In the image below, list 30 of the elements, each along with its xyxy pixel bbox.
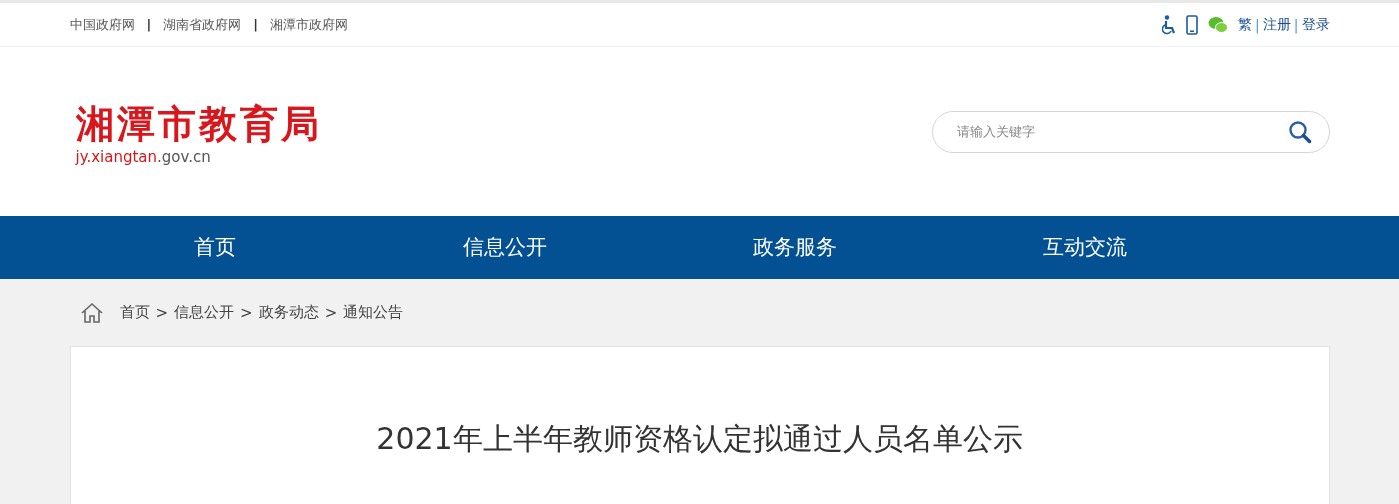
search-field[interactable]: 请输入关键字 (931, 110, 1330, 153)
nav-item[interactable]: 首页 (69, 216, 360, 279)
nav-item[interactable]: 互动交流 (939, 216, 1230, 279)
nav-item[interactable]: 信息公开 (359, 216, 650, 279)
breadcrumb-separator: > (324, 303, 338, 322)
breadcrumb-link[interactable]: 通知公告 (343, 303, 404, 322)
logo-title: 湘潭市教育局 (75, 101, 322, 146)
separator: | (252, 17, 259, 32)
breadcrumb-separator: > (155, 303, 169, 322)
accessibility-icon[interactable] (1162, 14, 1177, 35)
site-link[interactable]: 湖南省政府网 (163, 15, 242, 34)
breadcrumb-link[interactable]: 首页 (119, 303, 150, 322)
article-title: 2021年上半年教师资格认定拟通过人员名单公示 (375, 420, 1024, 458)
user-link[interactable]: 繁 (1238, 15, 1253, 34)
logo-domain-suffix: .gov.cn (157, 147, 211, 166)
search-icon[interactable] (1287, 119, 1312, 144)
user-link[interactable]: 注册 (1262, 15, 1291, 34)
breadcrumb-separator: > (240, 303, 253, 322)
mobile-icon[interactable] (1186, 14, 1199, 35)
separator: | (1255, 16, 1260, 33)
site-link[interactable]: 中国政府网 (69, 15, 135, 34)
user-link[interactable]: 登录 (1301, 15, 1330, 34)
home-icon[interactable] (79, 301, 104, 324)
breadcrumb-link[interactable]: 政务动态 (258, 303, 319, 322)
separator: | (1293, 16, 1299, 33)
site-link[interactable]: 湘潭市政府网 (270, 15, 348, 34)
breadcrumb-link[interactable]: 信息公开 (174, 303, 235, 322)
nav-item[interactable]: 政务服务 (649, 216, 940, 279)
separator: | (145, 17, 153, 32)
logo-domain: jy.xiangtan (75, 147, 158, 166)
